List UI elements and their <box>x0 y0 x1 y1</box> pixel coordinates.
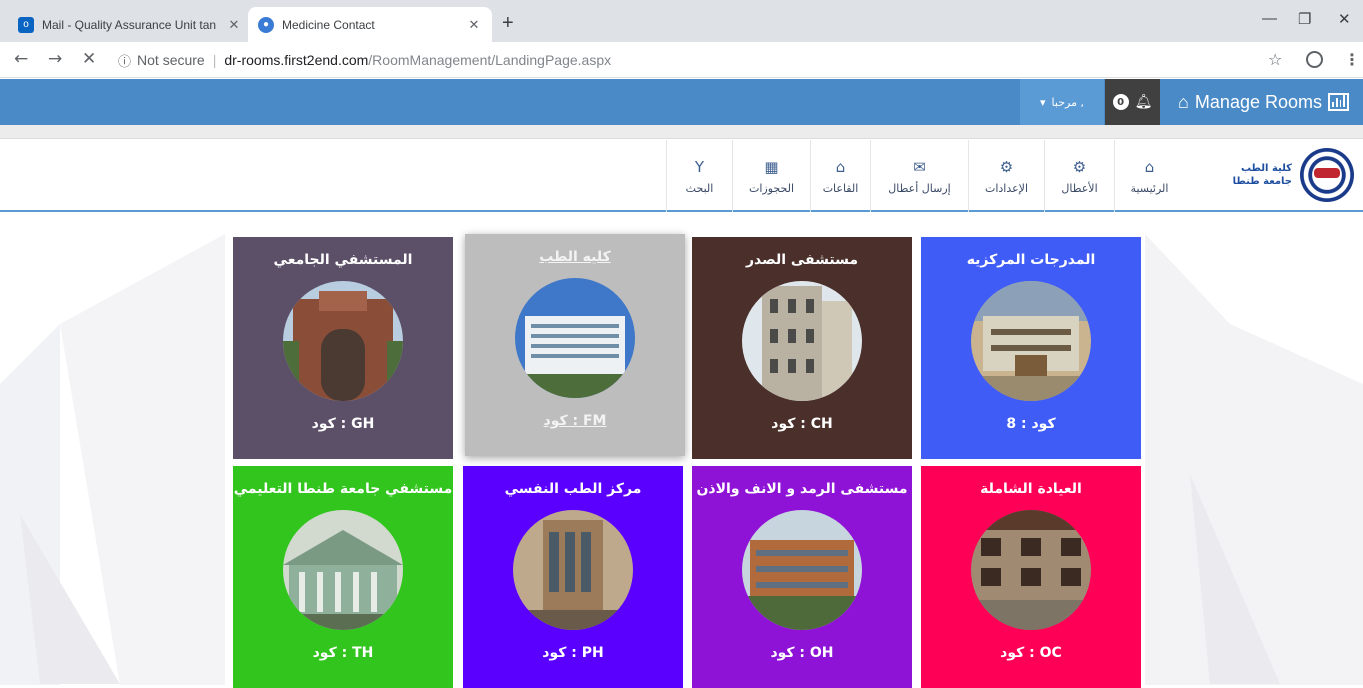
logo-line-2: جامعة طنطا <box>1232 176 1292 187</box>
nav-item-search[interactable]: Y البحث <box>666 140 732 212</box>
notifications-button[interactable]: 0 🔔︎ <box>1105 79 1160 125</box>
card-code: كود : GH <box>311 416 375 432</box>
tab-title: Mail - Quality Assurance Unit tan <box>42 17 217 32</box>
security-label: Not secure <box>137 52 205 68</box>
browser-toolbar: ← → ✕ ⓘ Not secure | dr-rooms.first2end.… <box>0 42 1363 78</box>
main-nav: ⌂ الرئيسية ⚙ الأعطال ⚙ الإعدادات ✉ إرسال… <box>0 140 1363 212</box>
room-card[interactable]: العيادة الشاملة كود : OC <box>921 466 1141 688</box>
building-photo <box>515 278 635 398</box>
browser-tab-medicine[interactable]: ● Medicine Contact ✕ <box>248 7 492 42</box>
nav-item-holidays[interactable]: ⚙ الأعطال <box>1044 140 1114 212</box>
nav-label: البحث <box>685 181 714 195</box>
minimize-icon[interactable]: — <box>1262 10 1277 27</box>
bar-chart-icon <box>1328 93 1349 111</box>
card-title: مستشفي جامعة طنطا التعليمي <box>233 481 453 497</box>
building-photo <box>513 510 633 630</box>
browser-tab-strip: o Mail - Quality Assurance Unit tan ✕ ● … <box>0 0 1363 42</box>
new-tab-button[interactable]: + <box>502 12 514 35</box>
tab-title: Medicine Contact <box>282 17 375 32</box>
nav-label: إرسال أعطال <box>888 181 951 195</box>
address-bar[interactable]: ⓘ Not secure | dr-rooms.first2end.com /R… <box>110 47 1350 73</box>
home-icon: ⌂ <box>1178 91 1189 112</box>
app-header: ▾ مرحبا , 0 🔔︎ ⌂ Manage Rooms <box>0 79 1363 125</box>
profile-icon[interactable] <box>1306 51 1323 68</box>
home-icon: ⌂ <box>1144 157 1155 176</box>
nav-item-home[interactable]: ⌂ الرئيسية <box>1114 140 1184 212</box>
room-card[interactable]: مستشفى الرمد و الانف والاذن كود : OH <box>692 466 912 688</box>
building-photo <box>283 510 403 630</box>
notification-count-badge: 0 <box>1112 94 1129 110</box>
chevron-down-icon: ▾ <box>1040 95 1046 109</box>
card-title: مركز الطب النفسي <box>504 481 642 497</box>
close-icon[interactable]: ✕ <box>466 17 482 33</box>
card-code: كود : PH <box>542 645 604 661</box>
room-card[interactable]: مستشفي جامعة طنطا التعليمي كود : TH <box>233 466 453 688</box>
address-separator: | <box>212 52 217 68</box>
card-code: كود : OC <box>1000 645 1062 661</box>
nav-item-bookings[interactable]: ▦ الحجوزات <box>732 140 810 212</box>
card-code: كود : TH <box>312 645 374 661</box>
faculty-logo[interactable]: كلية الطب جامعة طنطا <box>1196 146 1354 204</box>
card-code: كود : OH <box>770 645 834 661</box>
nav-label: الأعطال <box>1061 181 1098 195</box>
bell-icon: 🔔︎ <box>1134 94 1153 110</box>
address-host: dr-rooms.first2end.com <box>224 52 369 68</box>
card-title: مستشفى الصدر <box>746 252 858 268</box>
nav-item-settings[interactable]: ⚙ الإعدادات <box>968 140 1044 212</box>
card-title: المستشفي الجامعي <box>273 252 413 268</box>
gear-icon: ⚙ <box>1072 157 1087 176</box>
nav-label: القاعات <box>822 181 859 195</box>
user-dropdown[interactable]: ▾ مرحبا , <box>1020 79 1104 125</box>
star-icon[interactable]: ☆ <box>1268 50 1282 69</box>
room-card[interactable]: مستشفى الصدر كود : CH <box>692 237 912 459</box>
logo-line-1: كلية الطب <box>1240 163 1292 174</box>
close-icon[interactable]: ✕ <box>226 17 242 33</box>
building-photo <box>283 281 403 401</box>
card-title: العيادة الشاملة <box>980 481 1082 497</box>
card-title: مستشفى الرمد و الانف والاذن <box>696 481 908 497</box>
nav-item-halls[interactable]: ⌂ القاعات <box>810 140 870 212</box>
nav-label: الإعدادات <box>984 181 1029 195</box>
building-photo <box>971 281 1091 401</box>
room-card[interactable]: مركز الطب النفسي كود : PH <box>463 466 683 688</box>
back-icon[interactable]: ← <box>14 49 28 69</box>
brand-title: Manage Rooms <box>1194 91 1322 112</box>
building-photo <box>971 510 1091 630</box>
logo-text: كلية الطب جامعة طنطا <box>1233 162 1292 188</box>
menu-icon[interactable]: ⋮ <box>1344 50 1360 69</box>
window-close-icon[interactable]: ✕ <box>1338 10 1351 28</box>
calendar-icon: ▦ <box>764 157 779 176</box>
nav-item-send[interactable]: ✉ إرسال أعطال <box>870 140 968 212</box>
site-icon: ● <box>258 16 274 33</box>
card-title: المدرجات المركزيه <box>966 252 1096 268</box>
outlook-icon: o <box>18 16 34 33</box>
brand-link[interactable]: ⌂ Manage Rooms <box>1178 79 1349 125</box>
stop-icon[interactable]: ✕ <box>82 49 96 69</box>
forward-icon[interactable]: → <box>48 49 62 69</box>
filter-icon: Y <box>694 157 705 176</box>
user-greeting: مرحبا , <box>1051 95 1084 109</box>
browser-tab-mail[interactable]: o Mail - Quality Assurance Unit tan ✕ <box>8 7 252 42</box>
restore-icon[interactable]: ❐ <box>1298 10 1311 28</box>
nav-label: الحجوزات <box>748 181 794 195</box>
university-seal <box>1300 148 1354 202</box>
header-divider <box>0 125 1363 139</box>
card-code: كود : FM <box>543 413 607 429</box>
nav-label: الرئيسية <box>1130 181 1169 195</box>
room-card[interactable]: المدرجات المركزيه كود : 8 <box>921 237 1141 459</box>
room-card[interactable]: كليه الطب كود : FM <box>465 234 685 456</box>
address-path: /RoomManagement/LandingPage.aspx <box>368 52 612 68</box>
cogs-icon: ⚙ <box>999 157 1014 176</box>
info-icon[interactable]: ⓘ <box>118 51 131 70</box>
card-code: كود : 8 <box>1006 416 1056 432</box>
building-photo <box>742 281 862 401</box>
envelope-icon: ✉ <box>913 157 926 176</box>
home-icon: ⌂ <box>835 157 846 176</box>
card-title: كليه الطب <box>539 249 611 265</box>
building-photo <box>742 510 862 630</box>
card-code: كود : CH <box>771 416 833 432</box>
room-card[interactable]: المستشفي الجامعي كود : GH <box>233 237 453 459</box>
